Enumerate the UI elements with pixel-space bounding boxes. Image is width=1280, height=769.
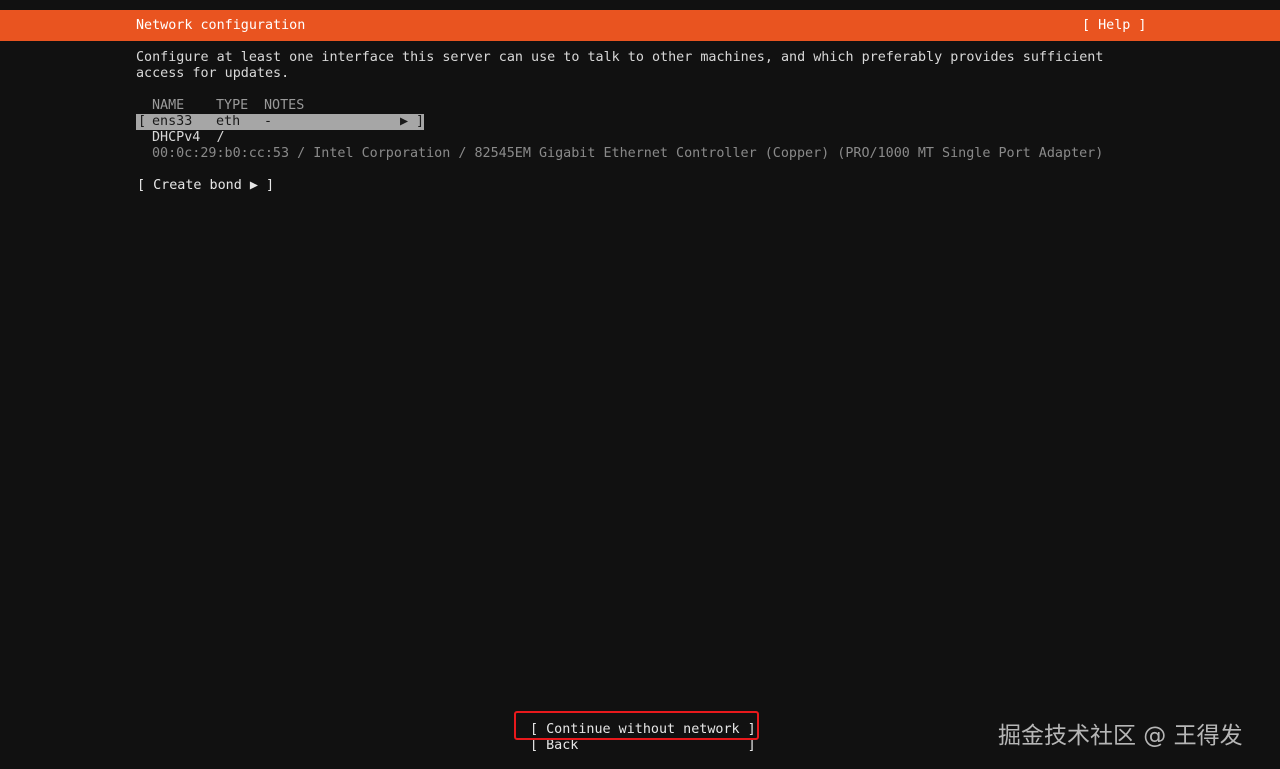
row-close-bracket: ]: [416, 114, 425, 129]
interface-type: eth: [216, 114, 241, 129]
interface-menu-arrow-icon[interactable]: ▶: [400, 114, 408, 130]
page-title: Network configuration: [136, 18, 306, 33]
row-open-bracket: [: [138, 114, 147, 129]
watermark: 掘金技术社区 @ 王得发: [998, 723, 1243, 749]
interface-row-ens33[interactable]: [ ens33 eth - ▶ ]: [136, 114, 424, 130]
interface-notes: -: [264, 114, 273, 129]
interface-hardware-info: 00:0c:29:b0:cc:53 / Intel Corporation / …: [152, 146, 1104, 161]
header-bar: Network configuration [ Help ]: [0, 10, 1280, 41]
help-button[interactable]: [ Help ]: [1082, 18, 1147, 34]
intro-line-1: Configure at least one interface this se…: [136, 50, 1104, 65]
interface-name: ens33: [152, 114, 193, 129]
intro-line-2: access for updates.: [136, 66, 290, 81]
interface-address: DHCPv4 /: [152, 130, 225, 145]
column-header-notes: NOTES: [264, 98, 305, 113]
column-header-name: NAME: [152, 98, 185, 113]
back-button[interactable]: [ Back ]: [530, 738, 756, 754]
column-header-type: TYPE: [216, 98, 249, 113]
create-bond-button[interactable]: [ Create bond ▶ ]: [137, 178, 274, 194]
continue-without-network-button[interactable]: [ Continue without network ]: [530, 722, 756, 738]
